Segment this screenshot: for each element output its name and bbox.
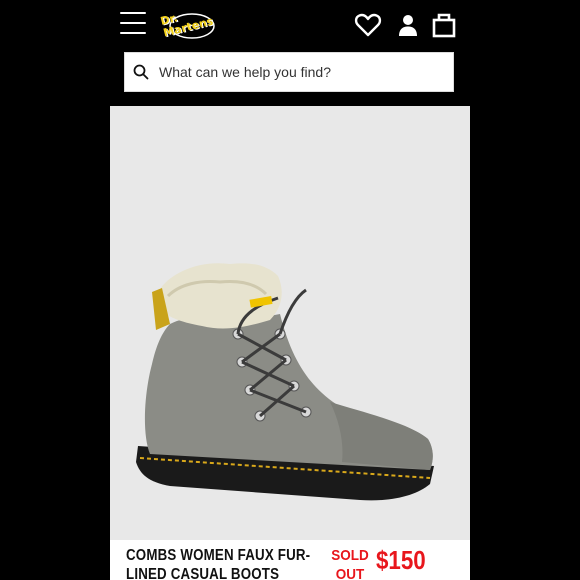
site-header: Dr. Martens <box>110 0 470 106</box>
search-bar[interactable] <box>124 52 454 92</box>
user-icon[interactable] <box>394 11 422 39</box>
dr-martens-logo[interactable]: Dr. Martens <box>156 4 222 42</box>
product-image-area[interactable] <box>110 106 470 540</box>
product-title[interactable]: COMBS WOMEN FAUX FUR- LINED CASUAL BOOTS <box>126 546 310 580</box>
product-title-line-2: LINED CASUAL BOOTS <box>126 566 280 580</box>
boot-image <box>136 263 434 501</box>
logo-text: Dr. Martens <box>159 11 215 40</box>
hamburger-menu-icon[interactable] <box>120 12 146 34</box>
search-input[interactable] <box>157 53 453 91</box>
product-title-line-1: COMBS WOMEN FAUX FUR- <box>126 547 311 564</box>
shopping-bag-icon[interactable] <box>430 11 458 39</box>
phone-screen: Dr. Martens What can we help you find? C… <box>110 0 470 580</box>
product-price: $150 <box>376 545 426 575</box>
sold-out-badge: SOLD OUT <box>331 547 369 580</box>
search-icon <box>133 64 149 80</box>
product-info: COMBS WOMEN FAUX FUR- LINED CASUAL BOOTS… <box>110 540 470 580</box>
heart-icon[interactable] <box>354 11 382 39</box>
